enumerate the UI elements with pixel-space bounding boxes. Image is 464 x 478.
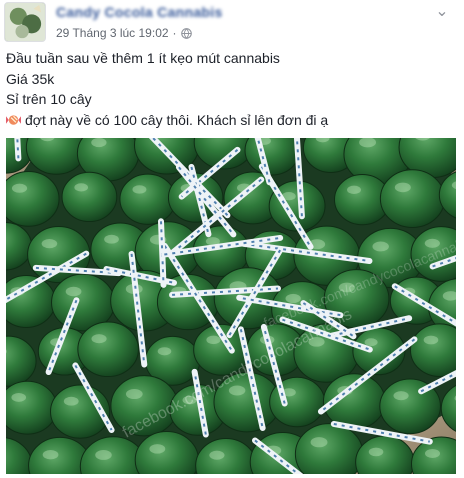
candy-highlight bbox=[42, 449, 59, 460]
post-line: Sỉ trên 10 cây bbox=[6, 91, 92, 107]
candy-highlight bbox=[132, 185, 147, 194]
lollipop-photo-image: facebook.com/candycocolacannabis faceboo… bbox=[6, 138, 456, 474]
candy-highlight bbox=[104, 234, 119, 244]
lollipop-candy bbox=[61, 171, 118, 223]
candy-highlight bbox=[63, 396, 79, 406]
post-photo[interactable]: facebook.com/candycocolacannabis faceboo… bbox=[6, 138, 456, 474]
lollipop-candy bbox=[77, 321, 139, 378]
candy-highlight bbox=[65, 286, 82, 297]
candy-highlight bbox=[91, 334, 107, 344]
candy-highlight bbox=[372, 241, 389, 252]
post-meta: 29 Tháng 3 lúc 19:02 · bbox=[56, 26, 192, 40]
post-line: Đầu tuần sau về thêm 1 ít kẹo mút cannab… bbox=[6, 50, 280, 66]
post-timestamp[interactable]: 29 Tháng 3 lúc 19:02 bbox=[56, 26, 169, 40]
candy-highlight bbox=[149, 444, 166, 454]
chevron-down-icon[interactable]: ⌄ bbox=[430, 4, 454, 22]
candy-highlight bbox=[310, 437, 328, 448]
candy-highlight bbox=[228, 385, 246, 396]
post-line: đợt này về có 100 cây thôi. Khách sỉ lên… bbox=[25, 111, 329, 128]
candy-highlight bbox=[95, 449, 112, 460]
candy-highlight bbox=[394, 182, 411, 193]
page-name-link[interactable]: Candy Cocola Cannabis bbox=[56, 4, 223, 20]
candy-highlight bbox=[209, 450, 225, 460]
post-header: Candy Cocola Cannabis 29 Tháng 3 lúc 19:… bbox=[0, 0, 464, 44]
lollipop-candy bbox=[6, 171, 60, 227]
candy-highlight bbox=[364, 338, 378, 347]
candy-highlight bbox=[347, 185, 361, 195]
avatar-image-icon bbox=[5, 3, 45, 41]
candy-highlight bbox=[423, 335, 439, 345]
candy-highlight bbox=[41, 238, 58, 249]
candy-emoji-icon bbox=[6, 114, 21, 125]
post-line-with-emoji: đợt này về có 100 cây thôi. Khách sỉ lên… bbox=[6, 110, 456, 131]
post-message: Đầu tuần sau về thêm 1 ít kẹo mút cannab… bbox=[6, 48, 456, 130]
meta-separator: · bbox=[172, 26, 177, 40]
lollipop-candy bbox=[379, 169, 446, 228]
candy-highlight bbox=[206, 335, 221, 345]
candy-highlight bbox=[368, 447, 384, 457]
candy-highlight bbox=[11, 393, 27, 402]
lollipop-candy bbox=[119, 173, 177, 225]
candy-highlight bbox=[91, 138, 107, 148]
candy-highlight bbox=[74, 183, 89, 192]
post-line: Giá 35k bbox=[6, 70, 55, 87]
globe-icon[interactable] bbox=[180, 27, 192, 39]
candy-highlight bbox=[11, 183, 28, 193]
candy-highlight bbox=[393, 391, 409, 401]
page-avatar[interactable] bbox=[4, 2, 46, 42]
candy-highlight bbox=[125, 389, 143, 400]
candy-highlight bbox=[157, 347, 172, 356]
candy-highlight bbox=[424, 448, 441, 458]
